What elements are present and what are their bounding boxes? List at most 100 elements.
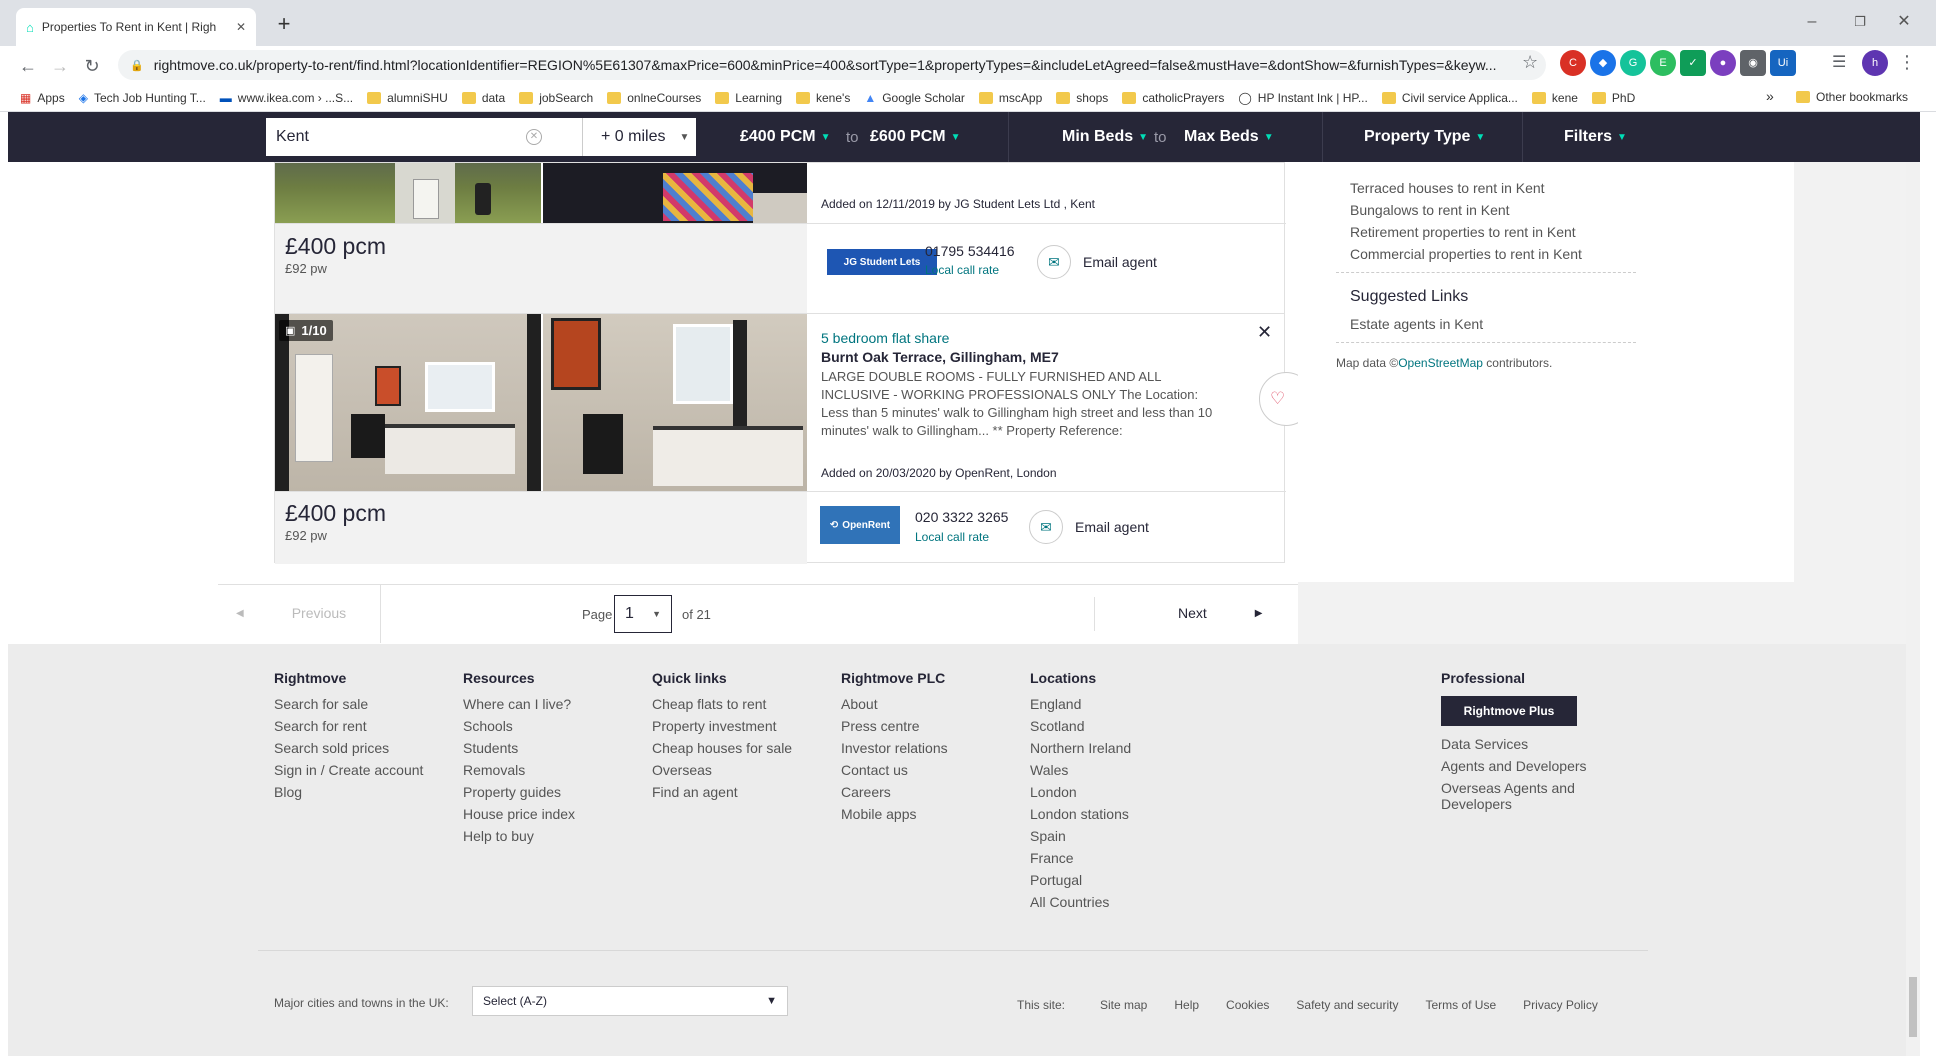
footer-link[interactable]: Careers xyxy=(841,784,1030,800)
footer-link[interactable]: About xyxy=(841,696,1030,712)
footer-link[interactable]: Wales xyxy=(1030,762,1219,778)
footer-link[interactable]: England xyxy=(1030,696,1219,712)
related-link[interactable]: Terraced houses to rent in Kent xyxy=(1350,180,1582,196)
bookmark-item[interactable]: mscApp xyxy=(978,91,1042,105)
related-link[interactable]: Bungalows to rent in Kent xyxy=(1350,202,1582,218)
footer-link[interactable]: Where can I live? xyxy=(463,696,652,712)
other-bookmarks[interactable]: Other bookmarks xyxy=(1796,90,1908,104)
footer-link[interactable]: Property guides xyxy=(463,784,652,800)
footer-link[interactable]: Property investment xyxy=(652,718,841,734)
property-photo[interactable] xyxy=(275,163,541,223)
footer-link[interactable]: Overseas Agents and Developers xyxy=(1441,780,1601,812)
min-beds-select[interactable]: Min Beds ▼ xyxy=(1062,112,1148,162)
footer-bottom-link[interactable]: Terms of Use xyxy=(1425,998,1496,1012)
bookmark-item[interactable]: ▬ www.ikea.com › ...S... xyxy=(220,91,353,105)
footer-link[interactable]: Scotland xyxy=(1030,718,1219,734)
related-link[interactable]: Commercial properties to rent in Kent xyxy=(1350,246,1582,262)
bookmark-item[interactable]: data xyxy=(461,91,505,105)
bookmark-item[interactable]: PhD xyxy=(1591,91,1635,105)
bookmark-item[interactable]: ◯ HP Instant Ink | HP... xyxy=(1238,91,1368,105)
footer-link[interactable]: Mobile apps xyxy=(841,806,1030,822)
checkmark-extension-icon[interactable]: ✓ xyxy=(1680,50,1706,76)
bookmark-item[interactable]: shops xyxy=(1056,91,1108,105)
listing-address[interactable]: Burnt Oak Terrace, Gillingham, ME7 xyxy=(821,349,1059,365)
page-select[interactable]: 1 ▼ xyxy=(614,595,672,633)
back-arrow-icon[interactable]: ← xyxy=(12,50,44,82)
bookmarks-overflow-button[interactable]: » xyxy=(1766,88,1774,104)
property-photo[interactable]: ▣ 1/10 xyxy=(275,314,541,491)
footer-link[interactable]: Find an agent xyxy=(652,784,841,800)
listing-description[interactable]: LARGE DOUBLE ROOMS - FULLY FURNISHED AND… xyxy=(821,368,1221,440)
forward-arrow-icon[interactable]: → xyxy=(44,50,76,82)
footer-bottom-link[interactable]: Privacy Policy xyxy=(1523,998,1598,1012)
footer-link[interactable]: Cheap houses for sale xyxy=(652,740,841,756)
footer-link[interactable]: All Countries xyxy=(1030,894,1219,910)
close-tab-icon[interactable]: ✕ xyxy=(236,20,246,34)
footer-link[interactable]: Agents and Developers xyxy=(1441,758,1601,774)
agent-phone[interactable]: 01795 534416 xyxy=(925,243,1015,259)
footer-link[interactable]: Blog xyxy=(274,784,463,800)
evernote-icon[interactable]: E xyxy=(1650,50,1676,76)
related-link[interactable]: Retirement properties to rent in Kent xyxy=(1350,224,1582,240)
next-page-button[interactable]: Next ▶ xyxy=(1178,605,1263,621)
listing-price[interactable]: £400 pcm xyxy=(285,233,386,260)
radius-select[interactable]: + 0 miles ▼ xyxy=(582,118,696,156)
close-window-button[interactable]: ✕ xyxy=(1890,10,1918,34)
email-agent-button[interactable]: ✉ Email agent xyxy=(1029,510,1149,544)
minimize-window-button[interactable]: – xyxy=(1798,10,1826,34)
footer-link[interactable]: Students xyxy=(463,740,652,756)
bookmark-item[interactable]: ▲ Google Scholar xyxy=(864,91,965,105)
bookmark-item[interactable]: catholicPrayers xyxy=(1122,91,1224,105)
property-photo[interactable] xyxy=(543,314,807,491)
bookmark-item[interactable]: kene xyxy=(1531,91,1578,105)
footer-bottom-link[interactable]: Site map xyxy=(1100,998,1147,1012)
extension-red-icon[interactable]: C xyxy=(1560,50,1586,76)
footer-link[interactable]: London stations xyxy=(1030,806,1219,822)
footer-link[interactable]: Contact us xyxy=(841,762,1030,778)
agent-phone[interactable]: 020 3322 3265 xyxy=(915,509,1008,525)
openstreetmap-link[interactable]: OpenStreetMap xyxy=(1398,356,1483,370)
property-photo[interactable] xyxy=(543,163,807,223)
footer-link[interactable]: Search sold prices xyxy=(274,740,463,756)
new-tab-button[interactable]: + xyxy=(270,10,298,38)
extension-blue-icon[interactable]: ◆ xyxy=(1590,50,1616,76)
scrollbar-thumb[interactable] xyxy=(1909,977,1917,1037)
min-price-select[interactable]: £400 PCM ▼ xyxy=(740,112,831,162)
close-icon[interactable]: ✕ xyxy=(1257,322,1272,343)
clear-icon[interactable]: ✕ xyxy=(526,129,542,145)
bookmark-item[interactable]: jobSearch xyxy=(519,91,593,105)
estate-agents-link[interactable]: Estate agents in Kent xyxy=(1350,316,1483,332)
footer-link[interactable]: Press centre xyxy=(841,718,1030,734)
footer-link[interactable]: Portugal xyxy=(1030,872,1219,888)
ui-extension-icon[interactable]: Ui xyxy=(1770,50,1796,76)
footer-link[interactable]: Sign in / Create account xyxy=(274,762,463,778)
agent-logo[interactable]: JG Student Lets xyxy=(827,249,937,275)
footer-link[interactable]: House price index xyxy=(463,806,652,822)
location-input[interactable]: Kent ✕ xyxy=(266,118,582,156)
footer-link[interactable]: Northern Ireland xyxy=(1030,740,1219,756)
footer-link[interactable]: Search for rent xyxy=(274,718,463,734)
listing-price[interactable]: £400 pcm xyxy=(285,500,386,527)
footer-link[interactable]: Investor relations xyxy=(841,740,1030,756)
bookmark-item[interactable]: kene's xyxy=(796,91,850,105)
rightmove-plus-button[interactable]: Rightmove Plus xyxy=(1441,696,1577,726)
max-price-select[interactable]: £600 PCM ▼ xyxy=(870,112,961,162)
browser-menu-icon[interactable]: ⋮ xyxy=(1898,52,1916,73)
footer-link[interactable]: France xyxy=(1030,850,1219,866)
listing-title[interactable]: 5 bedroom flat share xyxy=(821,330,949,346)
footer-link[interactable]: Overseas xyxy=(652,762,841,778)
email-agent-button[interactable]: ✉ Email agent xyxy=(1037,245,1157,279)
shield-extension-icon[interactable]: ◉ xyxy=(1740,50,1766,76)
bookmark-star-icon[interactable]: ☆ xyxy=(1522,52,1538,73)
profile-avatar[interactable]: h xyxy=(1862,50,1888,76)
footer-link[interactable]: Help to buy xyxy=(463,828,652,844)
cities-select[interactable]: Select (A-Z) ▼ xyxy=(472,986,788,1016)
footer-link[interactable]: London xyxy=(1030,784,1219,800)
footer-link[interactable]: Removals xyxy=(463,762,652,778)
chat-extension-icon[interactable]: ● xyxy=(1710,50,1736,76)
footer-link[interactable]: Data Services xyxy=(1441,736,1601,752)
footer-bottom-link[interactable]: Safety and security xyxy=(1296,998,1398,1012)
footer-link[interactable]: Cheap flats to rent xyxy=(652,696,841,712)
footer-link[interactable]: Schools xyxy=(463,718,652,734)
bookmark-item[interactable]: ▦ Apps xyxy=(20,91,65,105)
